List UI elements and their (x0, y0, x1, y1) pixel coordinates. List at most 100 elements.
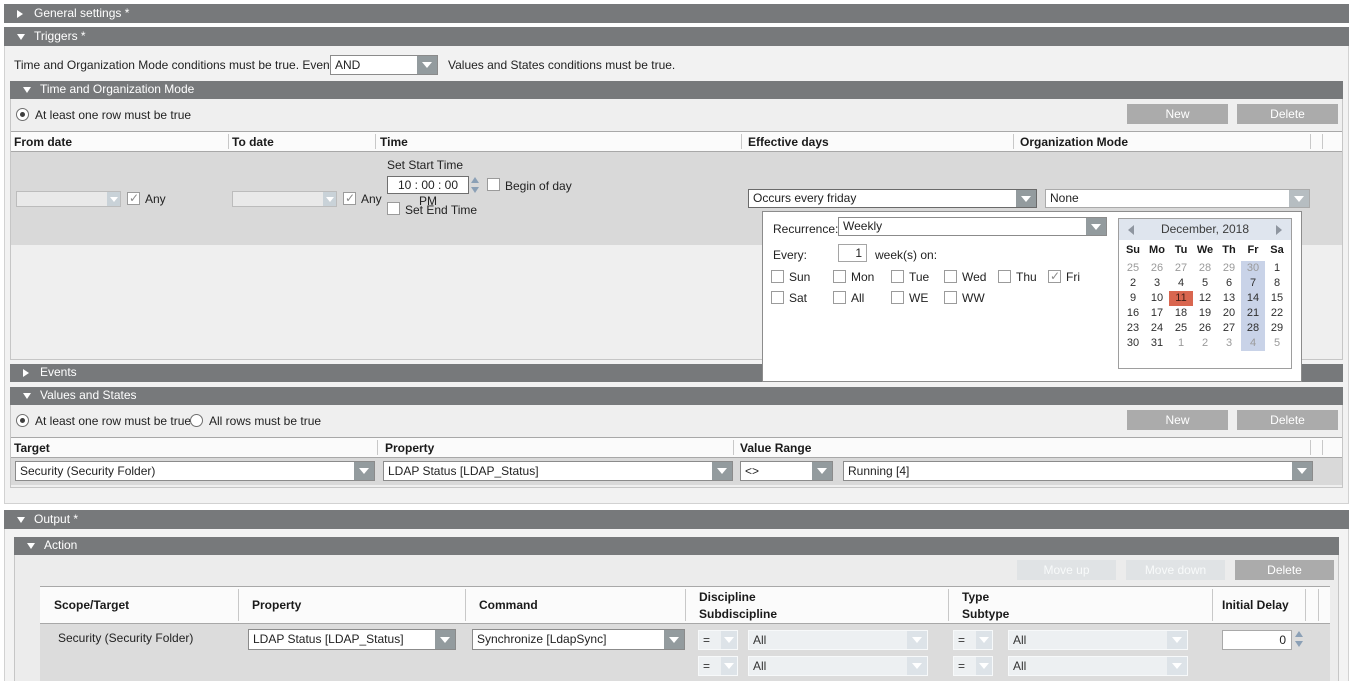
col-scope-target[interactable]: Scope/Target (54, 598, 129, 612)
begin-of-day-checkbox[interactable] (487, 178, 500, 191)
calendar-day[interactable]: 25 (1121, 261, 1145, 276)
spinner-up-icon[interactable] (471, 177, 479, 183)
vs-delete-button[interactable]: Delete (1237, 410, 1338, 430)
calendar-day[interactable]: 5 (1265, 336, 1289, 351)
col-subdiscipline[interactable]: Subdiscipline (699, 607, 777, 621)
calendar-day[interactable]: 24 (1145, 321, 1169, 336)
move-down-button[interactable]: Move down (1126, 560, 1225, 580)
calendar-day[interactable]: 22 (1265, 306, 1289, 321)
section-general-settings[interactable]: General settings * (4, 4, 1349, 23)
start-time-field[interactable]: 10 : 00 : 00 PM (387, 176, 469, 194)
col-effective-days[interactable]: Effective days (748, 135, 829, 149)
action-command-dropdown[interactable]: Synchronize [LdapSync] (472, 629, 685, 650)
col-action-property[interactable]: Property (252, 598, 301, 612)
at-least-one-row-radio[interactable] (16, 108, 29, 121)
calendar-day[interactable]: 30 (1241, 261, 1265, 276)
calendar-day[interactable]: 16 (1121, 306, 1145, 321)
to-any-checkbox[interactable] (343, 192, 356, 205)
vs-value-dropdown[interactable]: Running [4] (843, 461, 1313, 481)
effective-days-dropdown[interactable]: Occurs every friday (748, 189, 1037, 208)
calendar-day[interactable]: 7 (1241, 276, 1265, 291)
col-organization-mode[interactable]: Organization Mode (1020, 135, 1128, 149)
calendar-day[interactable]: 2 (1193, 336, 1217, 351)
col-target[interactable]: Target (14, 441, 50, 455)
weekday-checkbox-tue[interactable] (891, 270, 904, 283)
calendar-day[interactable]: 12 (1193, 291, 1217, 306)
from-date-dropdown[interactable] (16, 191, 121, 207)
new-button[interactable]: New (1127, 104, 1228, 124)
calendar-day[interactable]: 1 (1265, 261, 1289, 276)
discipline-dropdown-1[interactable]: All (748, 630, 928, 650)
calendar-day[interactable]: 29 (1265, 321, 1289, 336)
initial-delay-input[interactable]: 0 (1222, 630, 1292, 650)
col-subtype[interactable]: Subtype (962, 607, 1009, 621)
calendar-day[interactable]: 9 (1121, 291, 1145, 306)
col-to-date[interactable]: To date (232, 135, 274, 149)
weekday-checkbox-ww[interactable] (944, 291, 957, 304)
spinner-down-icon[interactable] (1295, 641, 1303, 647)
calendar-day[interactable]: 26 (1145, 261, 1169, 276)
to-date-dropdown[interactable] (232, 191, 337, 207)
calendar-day[interactable]: 19 (1193, 306, 1217, 321)
calendar-day[interactable]: 28 (1193, 261, 1217, 276)
from-any-checkbox[interactable] (127, 192, 140, 205)
weekday-checkbox-sat[interactable] (771, 291, 784, 304)
weekday-checkbox-wed[interactable] (944, 270, 957, 283)
weekday-checkbox-fri[interactable] (1048, 270, 1061, 283)
vs-operator-dropdown[interactable]: <> (740, 461, 833, 481)
calendar-day[interactable]: 21 (1241, 306, 1265, 321)
section-time-org-mode[interactable]: Time and Organization Mode (10, 81, 1343, 99)
calendar-day[interactable]: 17 (1145, 306, 1169, 321)
calendar-day[interactable]: 31 (1145, 336, 1169, 351)
calendar-day[interactable]: 28 (1241, 321, 1265, 336)
action-property-dropdown[interactable]: LDAP Status [LDAP_Status] (248, 629, 456, 650)
move-up-button[interactable]: Move up (1017, 560, 1116, 580)
col-discipline[interactable]: Discipline (699, 590, 756, 604)
discipline-dropdown-2[interactable]: All (748, 656, 928, 676)
vs-new-button[interactable]: New (1127, 410, 1228, 430)
set-end-time-checkbox[interactable] (387, 202, 400, 215)
calendar-day[interactable]: 14 (1241, 291, 1265, 306)
delete-button[interactable]: Delete (1237, 104, 1338, 124)
col-command[interactable]: Command (479, 598, 538, 612)
calendar-day[interactable]: 27 (1217, 321, 1241, 336)
weekday-checkbox-all[interactable] (833, 291, 846, 304)
col-property[interactable]: Property (385, 441, 434, 455)
type-dropdown-2[interactable]: All (1008, 656, 1188, 676)
every-input[interactable]: 1 (838, 244, 867, 262)
recurrence-dropdown[interactable]: Weekly (838, 217, 1107, 236)
calendar-day[interactable]: 27 (1169, 261, 1193, 276)
discipline-op-dropdown-1[interactable]: = (698, 630, 738, 650)
vs-property-dropdown[interactable]: LDAP Status [LDAP_Status] (383, 461, 733, 481)
calendar-day[interactable]: 5 (1193, 276, 1217, 291)
calendar-day[interactable]: 3 (1145, 276, 1169, 291)
calendar-day[interactable]: 15 (1265, 291, 1289, 306)
calendar-day[interactable]: 30 (1121, 336, 1145, 351)
action-delete-button[interactable]: Delete (1235, 560, 1334, 580)
weekday-checkbox-we[interactable] (891, 291, 904, 304)
calendar-day[interactable]: 18 (1169, 306, 1193, 321)
col-from-date[interactable]: From date (14, 135, 72, 149)
calendar-day[interactable]: 20 (1217, 306, 1241, 321)
type-op-dropdown-2[interactable]: = (953, 656, 993, 676)
type-dropdown-1[interactable]: All (1008, 630, 1188, 650)
weekday-checkbox-thu[interactable] (998, 270, 1011, 283)
calendar-day[interactable]: 23 (1121, 321, 1145, 336)
calendar-day[interactable]: 10 (1145, 291, 1169, 306)
col-value-range[interactable]: Value Range (740, 441, 811, 455)
calendar-day-selected[interactable]: 11 (1169, 291, 1193, 306)
calendar-day[interactable]: 29 (1217, 261, 1241, 276)
calendar-day[interactable]: 6 (1217, 276, 1241, 291)
vs-at-least-one-radio[interactable] (16, 414, 29, 427)
calendar-day[interactable]: 13 (1217, 291, 1241, 306)
section-triggers[interactable]: Triggers * (4, 27, 1349, 46)
col-time[interactable]: Time (380, 135, 408, 149)
target-dropdown[interactable]: Security (Security Folder) (15, 461, 375, 481)
events-operator-dropdown[interactable]: AND (330, 55, 438, 75)
calendar-day[interactable]: 26 (1193, 321, 1217, 336)
calendar-day[interactable]: 8 (1265, 276, 1289, 291)
organization-mode-dropdown[interactable]: None (1045, 189, 1310, 208)
section-action[interactable]: Action (14, 537, 1339, 555)
spinner-down-icon[interactable] (471, 187, 479, 193)
section-values-states[interactable]: Values and States (10, 387, 1343, 405)
